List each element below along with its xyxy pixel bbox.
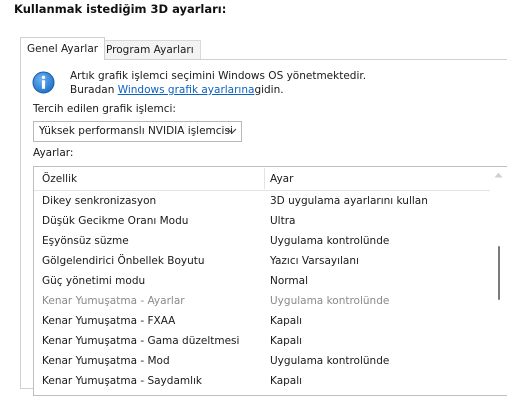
table-row[interactable]: Dikey senkronizasyon 3D uygulama ayarları…	[34, 191, 489, 211]
table-row[interactable]: Eşyönsüz süzme Uygulama kontrolünde	[34, 231, 489, 251]
row-setting-value: Kapalı	[270, 375, 303, 387]
row-feature: Kenar Yumuşatma - Saydamlık	[42, 375, 203, 387]
row-setting-value: Uygulama kontrolünde	[270, 235, 390, 247]
settings-list: Özellik Ayar Dikey senkronizasyon 3D uygu…	[33, 166, 507, 396]
row-setting-value: Yazıcı Varsayılanı	[270, 255, 359, 267]
row-feature: Kenar Yumuşatma - FXAA	[42, 315, 176, 327]
column-header-feature[interactable]: Özellik	[42, 167, 77, 190]
scroll-up-arrow-icon[interactable]	[494, 172, 503, 178]
row-setting-value: 3D uygulama ayarlarını kullan	[270, 195, 428, 207]
chevron-down-icon	[227, 128, 237, 134]
table-row[interactable]: Kenar Yumuşatma - Mod Uygulama kontrolünd…	[34, 351, 489, 371]
list-header: Özellik Ayar	[34, 167, 507, 191]
row-setting-value: Normal	[270, 275, 308, 287]
preferred-gpu-value: Yüksek performanslı NVIDIA işlemcisi	[39, 125, 233, 137]
row-setting-value: Kapalı	[270, 315, 303, 327]
info-icon	[32, 71, 55, 94]
info-message: Artık grafik işlemci seçimini Windows OS…	[70, 70, 367, 82]
settings-label: Ayarlar:	[33, 147, 74, 159]
row-setting-value: Kapalı	[270, 335, 303, 347]
windows-graphics-settings-link[interactable]: Windows grafik ayarlarına	[118, 84, 255, 96]
table-row[interactable]: Güç yönetimi modu Normal	[34, 271, 489, 291]
row-feature: Eşyönsüz süzme	[42, 235, 129, 247]
table-row[interactable]: Kenar Yumuşatma - Saydamlık Kapalı	[34, 371, 489, 391]
tab-general-settings[interactable]: Genel Ayarlar	[20, 37, 106, 60]
tab-program-settings[interactable]: Program Ayarları	[99, 40, 201, 59]
page-heading: Kullanmak istediğim 3D ayarları:	[14, 2, 227, 16]
table-row[interactable]: Kenar Yumuşatma - FXAA Kapalı	[34, 311, 489, 331]
scrollbar-thumb[interactable]	[498, 246, 500, 300]
row-setting-value: Uygulama kontrolünde	[270, 355, 390, 367]
row-feature: Kenar Yumuşatma - Gama düzeltmesi	[42, 335, 240, 347]
row-setting-value: Ultra	[270, 215, 296, 227]
row-feature: Düşük Gecikme Oranı Modu	[42, 215, 189, 227]
row-feature: Dikey senkronizasyon	[42, 195, 157, 207]
table-row[interactable]: Gölgelendirici Önbellek Boyutu Yazıcı Var…	[34, 251, 489, 271]
row-feature: Kenar Yumuşatma - Ayarlar	[42, 295, 185, 307]
info-text-after-link: gidin.	[254, 84, 284, 96]
vertical-scrollbar[interactable]	[490, 167, 507, 378]
table-row[interactable]: Kenar Yumuşatma - Ayarlar Uygulama kontro…	[34, 291, 489, 311]
preferred-gpu-label: Tercih edilen grafik işlemci:	[33, 103, 176, 115]
info-message-link-line: Buradan Windows grafik ayarlarınagidin.	[70, 84, 284, 96]
column-divider[interactable]	[264, 168, 265, 189]
column-header-setting[interactable]: Ayar	[270, 167, 293, 190]
table-row[interactable]: Düşük Gecikme Oranı Modu Ultra	[34, 211, 489, 231]
info-text-before-link: Buradan	[70, 84, 118, 96]
table-row[interactable]: Kenar Yumuşatma - Gama düzeltmesi Kapalı	[34, 331, 489, 351]
row-setting-value: Uygulama kontrolünde	[270, 295, 390, 307]
row-feature: Gölgelendirici Önbellek Boyutu	[42, 255, 205, 267]
preferred-gpu-select[interactable]: Yüksek performanslı NVIDIA işlemcisi	[33, 121, 242, 142]
row-feature: Güç yönetimi modu	[42, 275, 146, 287]
row-feature: Kenar Yumuşatma - Mod	[42, 355, 170, 367]
